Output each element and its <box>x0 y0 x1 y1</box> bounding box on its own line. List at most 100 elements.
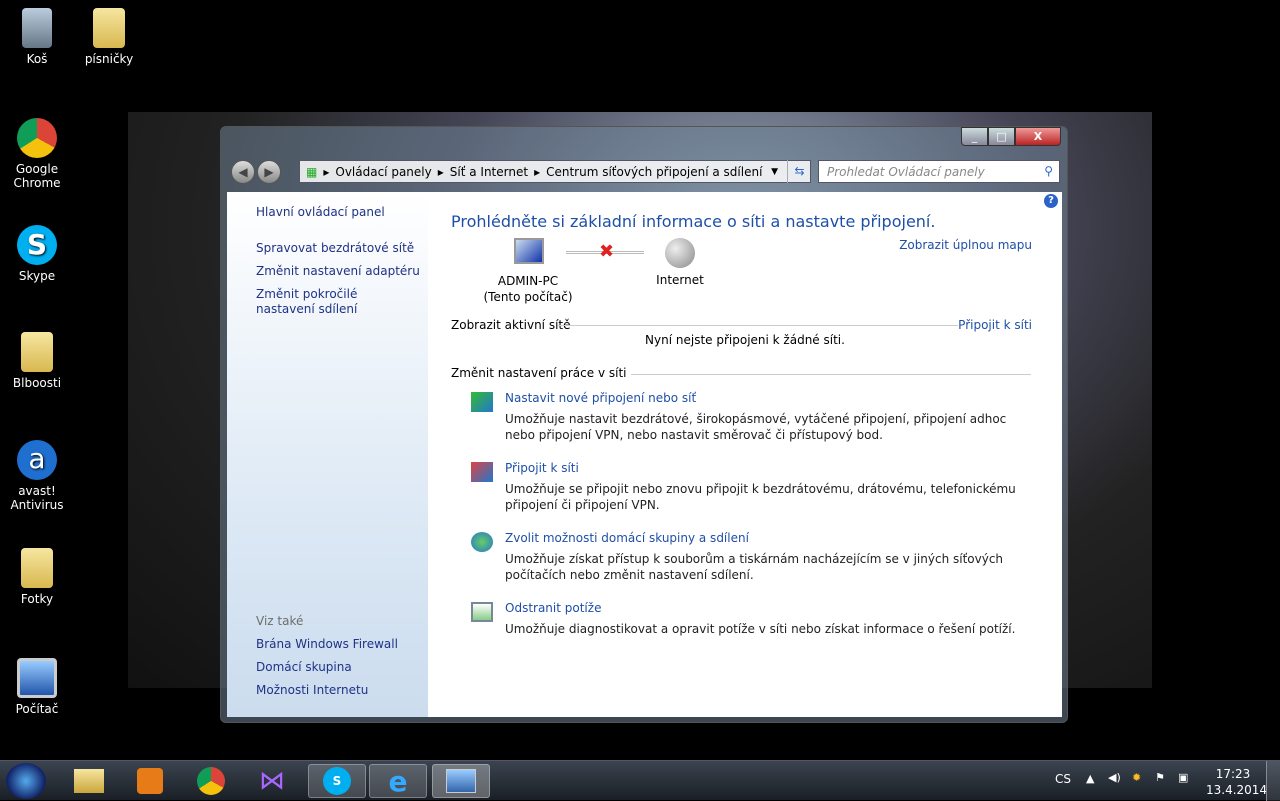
maximize-button[interactable]: □ <box>988 127 1015 146</box>
search-placeholder: Prohledat Ovládací panely <box>827 165 985 179</box>
desktop-icon-blboosti[interactable]: Blboosti <box>6 332 68 390</box>
network-icon[interactable]: ✹ <box>1132 771 1141 784</box>
search-input[interactable]: Prohledat Ovládací panely ⚲ <box>818 160 1060 183</box>
address-bar[interactable]: ▦ ▸ Ovládací panely ▸ Síť a Internet ▸ Cent… <box>299 160 811 183</box>
task-desc: Umožňuje získat přístup k souborům a tis… <box>505 552 1004 582</box>
desktop-icon-pisnicky[interactable]: písničky <box>78 8 140 66</box>
time: 17:23 <box>1215 767 1251 781</box>
computer-sub: (Tento počítač) <box>483 290 573 304</box>
full-map-link[interactable]: Zobrazit úplnou mapu <box>899 238 1032 252</box>
taskbar-visual-studio[interactable]: ⋈ <box>243 764 301 798</box>
icon-label: Fotky <box>20 592 54 606</box>
network-sharing-center-window: _ □ X ◀ ▶ ▦ ▸ Ovládací panely ▸ Síť a Inter… <box>220 126 1068 723</box>
show-hidden-icons[interactable]: ▲ <box>1086 772 1094 785</box>
task-troubleshoot[interactable]: Odstranit potíže <box>505 601 601 615</box>
clock[interactable]: 17:23 13.4.2014 <box>1206 766 1268 798</box>
address-dropdown-icon[interactable]: ▼ <box>771 167 778 177</box>
desktop-icon-pocitac[interactable]: Počítač <box>6 658 68 716</box>
sidebar-advanced-sharing[interactable]: Změnit pokročilé nastavení sdílení <box>256 287 416 317</box>
sidebar-manage-wireless[interactable]: Spravovat bezdrátové sítě <box>256 241 414 255</box>
close-button[interactable]: X <box>1015 127 1061 146</box>
task-homegroup[interactable]: Zvolit možnosti domácí skupiny a sdílení <box>505 531 749 545</box>
new-connection-icon <box>471 392 493 412</box>
desktop-icon-avast[interactable]: a avast! Antivirus <box>6 440 68 512</box>
separator-icon: ▸ <box>323 164 330 179</box>
separator-icon: ▸ <box>534 164 541 179</box>
show-desktop-button[interactable] <box>1266 761 1280 801</box>
control-panel-icon <box>446 769 476 793</box>
breadcrumb-network-center[interactable]: Centrum síťových připojení a sdílení <box>546 165 762 179</box>
taskbar-ie[interactable]: e <box>369 764 427 798</box>
breadcrumb-network-internet[interactable]: Síť a Internet <box>450 165 528 179</box>
taskbar-control-panel[interactable] <box>432 764 490 798</box>
connect-link[interactable]: Připojit k síti <box>958 318 1032 332</box>
breadcrumb-control-panel[interactable]: Ovládací panely <box>335 165 431 179</box>
minimize-button[interactable]: _ <box>961 127 988 146</box>
task-desc: Umožňuje nastavit bezdrátové, širokopásm… <box>505 412 1007 442</box>
globe-icon <box>665 238 695 268</box>
action-center-flag-icon[interactable]: ⚑ <box>1155 771 1165 784</box>
control-panel-icon: ▦ <box>306 164 318 179</box>
date: 13.4.2014 <box>1206 783 1268 797</box>
taskbar-media-player[interactable] <box>121 764 179 798</box>
volume-icon[interactable]: ◀) <box>1108 771 1121 784</box>
skype-icon: S <box>17 225 57 265</box>
back-button[interactable]: ◀ <box>231 160 255 184</box>
icon-label: písničky <box>84 52 134 66</box>
language-indicator[interactable]: CS <box>1055 772 1071 786</box>
avast-icon: a <box>17 440 57 480</box>
search-icon[interactable]: ⚲ <box>1044 164 1053 178</box>
desktop-icon-fotky[interactable]: Fotky <box>6 548 68 606</box>
icon-label: Google Chrome <box>13 162 61 190</box>
disconnected-x-icon: ✖ <box>599 241 615 262</box>
sidebar-adapter-settings[interactable]: Změnit nastavení adaptéru <box>256 264 420 278</box>
start-button[interactable] <box>6 763 46 799</box>
desktop-icon-chrome[interactable]: Google Chrome <box>6 118 68 190</box>
refresh-button[interactable]: ⇆ <box>787 160 811 183</box>
main-content: ? Prohlédněte si základní informace o sí… <box>428 192 1062 717</box>
ie-icon: e <box>388 764 408 798</box>
active-networks-heading: Zobrazit aktivní sítě <box>451 318 571 332</box>
troubleshoot-icon <box>471 602 493 622</box>
folder-icon <box>21 548 53 588</box>
visual-studio-icon: ⋈ <box>259 766 285 796</box>
skype-icon: S <box>323 767 351 795</box>
task-connect[interactable]: Připojit k síti <box>505 461 579 475</box>
icon-label: Počítač <box>15 702 59 716</box>
computer-name: ADMIN-PC <box>497 274 559 288</box>
computer-icon <box>514 238 544 264</box>
icon-label: avast! Antivirus <box>10 484 64 512</box>
change-settings-heading: Změnit nastavení práce v síti <box>451 366 631 380</box>
power-icon[interactable]: ▣ <box>1178 771 1188 784</box>
internet-label[interactable]: Internet <box>650 273 710 287</box>
folder-icon <box>21 332 53 372</box>
connect-network-icon <box>471 462 493 482</box>
homegroup-icon <box>471 532 493 552</box>
task-desc: Umožňuje diagnostikovat a opravit potíže… <box>505 622 1016 636</box>
taskbar-explorer[interactable] <box>60 764 118 798</box>
help-icon[interactable]: ? <box>1044 194 1058 208</box>
taskbar: ⋈ S e CS ▲ ◀) ✹ ⚑ ▣ 17:23 13.4.2014 <box>0 760 1280 801</box>
task-desc: Umožňuje se připojit nebo znovu připojit… <box>505 482 1016 512</box>
media-player-icon <box>137 768 163 794</box>
see-also-label: Viz také <box>256 614 304 628</box>
not-connected-text: Nyní nejste připojeni k žádné síti. <box>645 333 845 347</box>
taskbar-skype[interactable]: S <box>308 764 366 798</box>
page-title: Prohlédněte si základní informace o síti… <box>451 212 936 231</box>
sidebar-firewall[interactable]: Brána Windows Firewall <box>256 637 398 651</box>
folder-icon <box>93 8 125 48</box>
computer-label[interactable]: ADMIN-PC (Tento počítač) <box>468 273 588 305</box>
sidebar-homegroup[interactable]: Domácí skupina <box>256 660 352 674</box>
sidebar-home[interactable]: Hlavní ovládací panel <box>256 205 385 219</box>
sidebar: Hlavní ovládací panel Spravovat bezdráto… <box>227 192 428 717</box>
desktop-icon-recycle-bin[interactable]: Koš <box>6 8 68 66</box>
forward-button[interactable]: ▶ <box>257 160 281 184</box>
icon-label: Koš <box>26 52 48 66</box>
separator-icon: ▸ <box>437 164 444 179</box>
desktop-icon-skype[interactable]: S Skype <box>6 225 68 283</box>
task-new-connection[interactable]: Nastavit nové připojení nebo síť <box>505 391 696 405</box>
recycle-bin-icon <box>22 8 52 48</box>
taskbar-chrome[interactable] <box>182 764 240 798</box>
chrome-icon <box>197 767 225 795</box>
sidebar-internet-options[interactable]: Možnosti Internetu <box>256 683 368 697</box>
